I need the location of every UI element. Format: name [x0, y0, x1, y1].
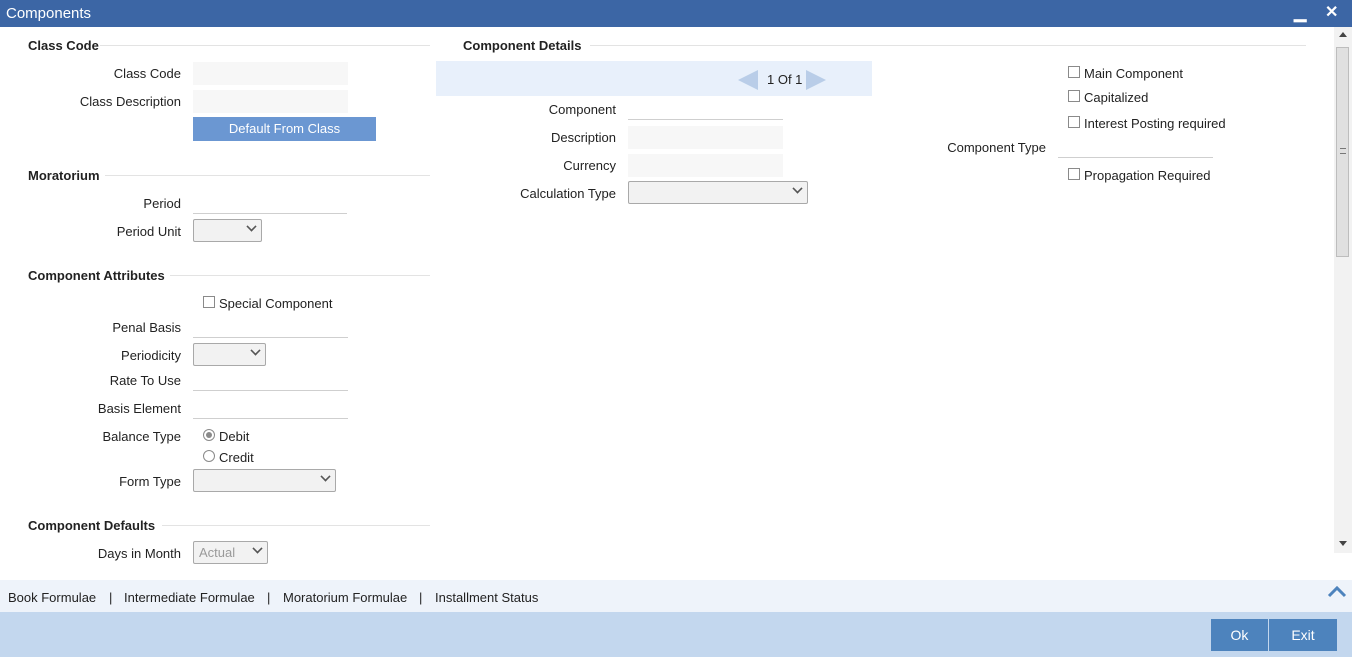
periodicity-label: Periodicity [121, 348, 181, 363]
class-code-field[interactable] [193, 62, 348, 85]
scroll-up-icon[interactable] [1339, 32, 1347, 37]
period-unit-select[interactable] [193, 219, 262, 242]
chevron-down-icon [252, 543, 263, 554]
close-button[interactable]: ✕ [1325, 2, 1338, 22]
main-component-checkbox[interactable] [1068, 66, 1080, 78]
capitalized-checkbox[interactable] [1068, 90, 1080, 102]
period-label: Period [143, 196, 181, 211]
propagation-required-label: Propagation Required [1084, 168, 1211, 183]
minimize-button[interactable]: ▁ [1294, 3, 1306, 23]
penal-basis-label: Penal Basis [112, 320, 181, 335]
description-label: Description [550, 130, 616, 145]
chevron-down-icon [320, 471, 331, 482]
class-description-label: Class Description [79, 94, 181, 109]
credit-label: Credit [219, 450, 254, 465]
component-details-heading: Component Details [463, 38, 582, 53]
rate-to-use-field[interactable] [193, 369, 348, 391]
book-formulae-link[interactable]: Book Formulae [8, 590, 96, 605]
calculation-type-label: Calculation Type [520, 186, 616, 201]
ok-button[interactable]: Ok [1211, 619, 1268, 651]
grip-icon [1340, 148, 1346, 154]
debit-label: Debit [219, 429, 250, 444]
period-unit-label: Period Unit [116, 224, 181, 239]
section-divider [162, 525, 430, 526]
currency-field[interactable] [628, 154, 783, 177]
special-component-label: Special Component [219, 296, 333, 311]
installment-status-link[interactable]: Installment Status [435, 590, 538, 605]
footer-bar: Ok Exit [0, 612, 1352, 657]
chevron-down-icon [246, 221, 257, 232]
balance-type-label: Balance Type [102, 429, 181, 444]
description-field[interactable] [628, 126, 783, 149]
section-divider [170, 275, 430, 276]
days-in-month-label: Days in Month [97, 546, 181, 561]
special-component-checkbox[interactable] [203, 296, 215, 308]
component-defaults-heading: Component Defaults [28, 518, 156, 533]
main-component-label: Main Component [1084, 66, 1183, 81]
basis-element-field[interactable] [193, 397, 348, 419]
penal-basis-field[interactable] [193, 316, 348, 338]
form-content: Class Code Class Code Class Description … [0, 27, 1334, 580]
form-type-select[interactable] [193, 469, 336, 492]
intermediate-formulae-link[interactable]: Intermediate Formulae [124, 590, 255, 605]
calculation-type-select[interactable] [628, 181, 808, 204]
rate-to-use-label: Rate To Use [109, 373, 181, 388]
interest-posting-label: Interest Posting required [1084, 116, 1226, 131]
interest-posting-checkbox[interactable] [1068, 116, 1080, 128]
currency-label: Currency [563, 158, 616, 173]
class-description-field[interactable] [193, 90, 348, 113]
vertical-scrollbar[interactable] [1334, 27, 1352, 553]
title-bar: Components ▁ ✕ [0, 0, 1352, 27]
component-type-label: Component Type [947, 140, 1046, 155]
pager-text: 1 Of 1 [767, 72, 803, 87]
debit-radio[interactable] [203, 429, 215, 441]
moratorium-heading: Moratorium [28, 168, 100, 183]
component-type-field[interactable] [1058, 136, 1213, 158]
link-separator: | [267, 590, 271, 605]
chevron-down-icon [250, 345, 261, 356]
days-in-month-select[interactable]: Actual [193, 541, 268, 564]
scroll-down-icon[interactable] [1339, 541, 1347, 546]
formula-links-bar: Book Formulae | Intermediate Formulae | … [0, 580, 1352, 612]
scroll-thumb[interactable] [1336, 47, 1349, 257]
class-code-heading: Class Code [28, 38, 99, 53]
days-in-month-value: Actual [199, 545, 236, 560]
section-divider [100, 45, 430, 46]
default-from-class-button[interactable]: Default From Class [193, 117, 376, 141]
record-navigator: 1 Of 1 [436, 61, 872, 96]
period-field[interactable] [193, 192, 347, 214]
chevron-down-icon [792, 183, 803, 194]
section-divider [105, 175, 430, 176]
section-divider [590, 45, 1306, 46]
component-attributes-heading: Component Attributes [28, 268, 165, 283]
basis-element-label: Basis Element [97, 401, 181, 416]
form-type-label: Form Type [119, 474, 181, 489]
class-code-label: Class Code [113, 66, 181, 81]
propagation-required-checkbox[interactable] [1068, 168, 1080, 180]
link-separator: | [419, 590, 423, 605]
arrow-right-icon[interactable] [806, 70, 826, 90]
exit-button[interactable]: Exit [1269, 619, 1337, 651]
arrow-left-icon[interactable] [738, 70, 758, 90]
link-separator: | [109, 590, 113, 605]
window-title: Components [6, 5, 92, 22]
moratorium-formulae-link[interactable]: Moratorium Formulae [283, 590, 407, 605]
credit-radio[interactable] [203, 450, 215, 462]
capitalized-label: Capitalized [1084, 90, 1149, 105]
component-label: Component [548, 102, 616, 117]
chevron-up-icon[interactable] [1327, 584, 1347, 598]
component-field[interactable] [628, 98, 783, 120]
periodicity-select[interactable] [193, 343, 266, 366]
